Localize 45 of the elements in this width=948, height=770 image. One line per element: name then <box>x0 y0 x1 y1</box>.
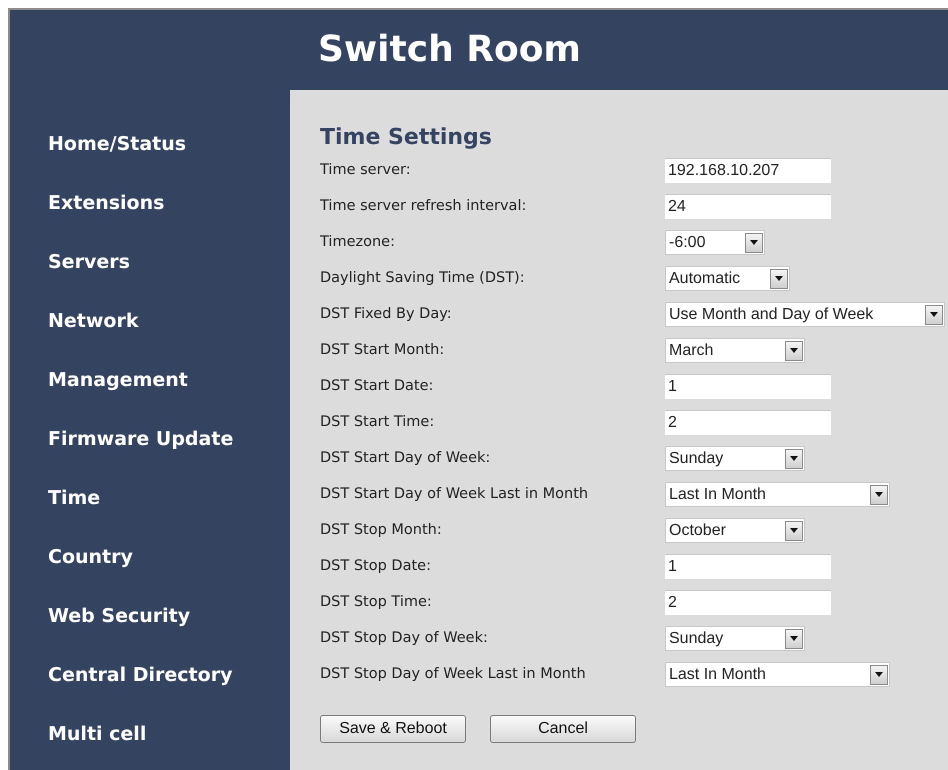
nav-link[interactable]: Country <box>48 543 290 571</box>
text-field[interactable]: 1 <box>665 554 831 579</box>
nav-link[interactable]: Network <box>48 307 290 335</box>
field-label: DST Stop Time: <box>320 592 433 612</box>
save-button[interactable]: Save & Reboot <box>320 715 466 743</box>
cancel-button[interactable]: Cancel <box>490 715 636 743</box>
section-title: Time Settings <box>320 124 493 152</box>
field-label: Timezone: <box>320 232 396 252</box>
text-field[interactable]: 1 <box>665 374 831 399</box>
nav-link[interactable]: Multi cell <box>48 720 290 748</box>
nav-link[interactable]: Management <box>48 366 290 394</box>
nav-link[interactable]: Home/Status <box>48 130 290 158</box>
dropdown-select[interactable]: October <box>665 518 805 543</box>
field-label: Time server refresh interval: <box>320 196 528 216</box>
dropdown-select[interactable]: -6:00 <box>665 230 765 255</box>
field-label: DST Stop Month: <box>320 520 443 540</box>
field-label: DST Start Month: <box>320 340 446 360</box>
nav-link[interactable]: Firmware Update <box>48 425 290 453</box>
dropdown-select[interactable]: Sunday <box>665 626 805 651</box>
nav-link[interactable]: Time <box>48 484 290 512</box>
field-label: DST Stop Date: <box>320 556 432 576</box>
nav-link[interactable]: Web Security <box>48 602 290 630</box>
dropdown-select[interactable]: Last In Month <box>665 482 890 507</box>
dropdown-select[interactable]: Sunday <box>665 446 805 471</box>
nav-link[interactable]: Servers <box>48 248 290 276</box>
text-field[interactable]: 192.168.10.207 <box>665 158 831 183</box>
dropdown-select[interactable]: Automatic <box>665 266 790 291</box>
dropdown-select[interactable]: Last In Month <box>665 662 890 687</box>
text-field[interactable]: 2 <box>665 410 831 435</box>
field-label: DST Start Day of Week Last in Month <box>320 484 590 504</box>
field-label: DST Stop Day of Week: <box>320 628 489 648</box>
field-label: Time server: <box>320 160 412 180</box>
dropdown-select[interactable]: Use Month and Day of Week <box>665 302 945 327</box>
field-label: Daylight Saving Time (DST): <box>320 268 526 288</box>
text-field[interactable]: 2 <box>665 590 831 615</box>
field-label: DST Stop Day of Week Last in Month <box>320 664 587 684</box>
field-label: DST Start Day of Week: <box>320 448 492 468</box>
field-label: DST Start Date: <box>320 376 434 396</box>
nav-link[interactable]: Central Directory <box>48 661 290 689</box>
field-label: DST Fixed By Day: <box>320 304 453 324</box>
page-title: Switch Room <box>318 32 581 68</box>
nav-link[interactable]: Extensions <box>48 189 290 217</box>
text-field[interactable]: 24 <box>665 194 831 219</box>
dropdown-select[interactable]: March <box>665 338 805 363</box>
field-label: DST Start Time: <box>320 412 436 432</box>
